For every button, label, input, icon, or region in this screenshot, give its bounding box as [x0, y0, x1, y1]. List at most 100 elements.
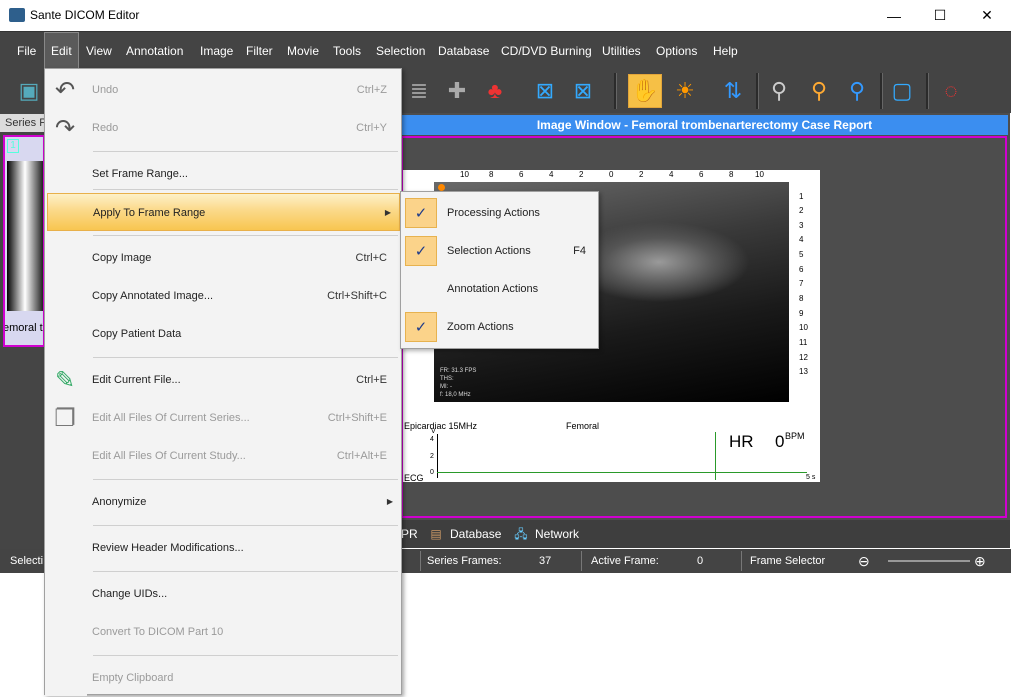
menu-filter[interactable]: Filter — [240, 32, 279, 70]
menu-item-label: Copy Image — [92, 252, 152, 264]
tab-database[interactable]: Database — [450, 520, 501, 548]
site-label: Femoral — [566, 421, 600, 431]
menu-item-label: Apply To Frame Range — [93, 207, 206, 219]
zoom-in-icon[interactable]: ⊕ — [974, 549, 986, 573]
orientation-marker-icon — [438, 184, 445, 191]
menu-item-anonymize[interactable]: Anonymize ▶ — [45, 483, 401, 521]
menu-item-empty-clipboard[interactable]: Empty Clipboard — [45, 659, 401, 697]
menu-item-change-uids[interactable]: Change UIDs... — [45, 575, 401, 613]
menu-item-apply-to-frame-range[interactable]: Apply To Frame Range ▶ — [47, 193, 400, 231]
zoom-region-icon[interactable]: ⚲ — [802, 74, 836, 108]
info-frequency: f: 18,0 MHz — [440, 392, 471, 398]
pan-hand-icon[interactable]: ✋ — [628, 74, 662, 108]
menu-help[interactable]: Help — [707, 32, 744, 70]
menu-item-label: Copy Patient Data — [92, 328, 182, 340]
edit-multiple-icon: ❐ — [54, 404, 76, 432]
actual-size-icon[interactable]: ⊠ — [566, 74, 600, 108]
brightness-icon[interactable]: ☀ — [668, 74, 702, 108]
menu-movie[interactable]: Movie — [281, 32, 325, 70]
menu-tools[interactable]: Tools — [327, 32, 367, 70]
ruler-tick: 4 — [549, 170, 554, 179]
stack-icon[interactable]: ≣ — [402, 74, 436, 108]
crosshair-icon[interactable]: ✚ — [440, 74, 474, 108]
depth-tick: 3 — [799, 221, 804, 230]
active-frame-value: 0 — [697, 555, 704, 567]
thumbnail-image — [7, 161, 43, 311]
menu-file[interactable]: File — [11, 32, 42, 70]
zoom-out-icon[interactable]: ⊖ — [858, 549, 870, 573]
menu-separator — [93, 151, 398, 152]
menu-item-label: Redo — [92, 122, 119, 134]
rectangle-roi-icon[interactable]: ▢ — [885, 74, 919, 108]
ruler-tick: 8 — [729, 170, 734, 179]
series-panel-tab[interactable]: Series P — [0, 114, 46, 132]
submenu-item-processing-actions[interactable]: ✓ Processing Actions — [401, 194, 598, 232]
frame-selector-slider[interactable] — [888, 560, 970, 562]
menu-item-set-frame-range[interactable]: Set Frame Range... — [45, 155, 401, 193]
ruler-tick: 2 — [639, 170, 644, 179]
edit-menu: ↶ Undo Ctrl+Z ↷ Redo Ctrl+Y Set Frame Ra… — [44, 68, 402, 697]
app-icon — [9, 8, 25, 22]
menu-item-redo[interactable]: ↷ Redo Ctrl+Y — [45, 109, 401, 147]
menu-utilities[interactable]: Utilities — [596, 32, 647, 70]
menu-annotation[interactable]: Annotation — [120, 32, 189, 70]
menu-item-edit-current-file[interactable]: ✎ Edit Current File... Ctrl+E — [45, 361, 401, 399]
menu-item-undo[interactable]: ↶ Undo Ctrl+Z — [45, 71, 401, 109]
ellipse-roi-icon[interactable]: ◌ — [934, 74, 968, 108]
active-frame-label: Active Frame: — [591, 555, 659, 567]
menu-item-convert-dicom-part10[interactable]: Convert To DICOM Part 10 — [45, 613, 401, 651]
status-separator — [581, 551, 582, 571]
submenu-arrow-icon: ▶ — [384, 208, 391, 217]
depth-tick: 10 — [799, 323, 808, 332]
menu-item-copy-patient-data[interactable]: Copy Patient Data — [45, 315, 401, 353]
menu-edit[interactable]: Edit — [44, 32, 79, 70]
depth-scale: 1 2 3 4 5 6 7 8 9 10 11 12 13 — [789, 182, 819, 402]
ecg-axis-tick: 0 — [430, 469, 434, 476]
series-frames-label: Series Frames: — [427, 555, 502, 567]
fit-window-icon[interactable]: ⊠ — [528, 74, 562, 108]
minimize-button[interactable]: — — [871, 0, 917, 31]
ruler-tick: 10 — [460, 170, 469, 179]
menu-item-copy-annotated-image[interactable]: Copy Annotated Image... Ctrl+Shift+C — [45, 277, 401, 315]
tab-network[interactable]: Network — [535, 520, 579, 548]
close-button[interactable]: ✕ — [964, 0, 1010, 31]
magnifier-icon[interactable]: ⚲ — [762, 74, 796, 108]
series-thumbnail[interactable]: 1 emoral tr — [3, 135, 45, 347]
menu-item-review-header-modifications[interactable]: Review Header Modifications... — [45, 529, 401, 567]
edit-pen-icon: ✎ — [54, 366, 76, 394]
menu-view[interactable]: View — [80, 32, 118, 70]
submenu-item-zoom-actions[interactable]: ✓ Zoom Actions — [401, 308, 598, 346]
database-icon: ▤ — [430, 527, 442, 541]
ruler-tick: 8 — [489, 170, 494, 179]
color-palette-icon[interactable]: ♣ — [478, 74, 512, 108]
scroll-arrows-icon[interactable]: ⇅ — [716, 74, 750, 108]
submenu-item-annotation-actions[interactable]: Annotation Actions — [401, 270, 598, 308]
menu-cd-dvd-burning[interactable]: CD/DVD Burning — [495, 32, 598, 70]
zoom-scroll-icon[interactable]: ⚲ — [840, 74, 874, 108]
submenu-item-label: Annotation Actions — [447, 283, 539, 295]
submenu-item-selection-actions[interactable]: ✓ Selection Actions F4 — [401, 232, 598, 270]
menu-options[interactable]: Options — [650, 32, 703, 70]
menu-selection[interactable]: Selection — [370, 32, 431, 70]
info-mi: MI: - — [440, 384, 452, 390]
menu-item-edit-all-files-series[interactable]: ❐ Edit All Files Of Current Series... Ct… — [45, 399, 401, 437]
thumbnail-number: 1 — [7, 139, 19, 153]
redo-icon: ↷ — [54, 114, 76, 142]
menu-item-label: Set Frame Range... — [92, 168, 188, 180]
status-separator — [741, 551, 742, 571]
tab-partial[interactable]: PR — [401, 520, 418, 548]
depth-tick: 1 — [799, 192, 804, 201]
menu-item-copy-image[interactable]: Copy Image Ctrl+C — [45, 239, 401, 277]
ruler-tick: 10 — [755, 170, 764, 179]
menu-separator — [93, 571, 398, 572]
menu-item-label: Change UIDs... — [92, 588, 168, 600]
menu-database[interactable]: Database — [432, 32, 495, 70]
frame-selector-label: Frame Selector — [750, 555, 826, 567]
menu-item-edit-all-files-study[interactable]: Edit All Files Of Current Study... Ctrl+… — [45, 437, 401, 475]
ecg-duration: 5 s — [806, 474, 816, 481]
menu-image[interactable]: Image — [194, 32, 239, 70]
zoom-window-icon[interactable]: ▣ — [12, 74, 46, 108]
checkmark-icon: ✓ — [405, 312, 437, 342]
maximize-button[interactable]: ☐ — [917, 0, 963, 31]
menu-item-label: Convert To DICOM Part 10 — [92, 626, 224, 638]
